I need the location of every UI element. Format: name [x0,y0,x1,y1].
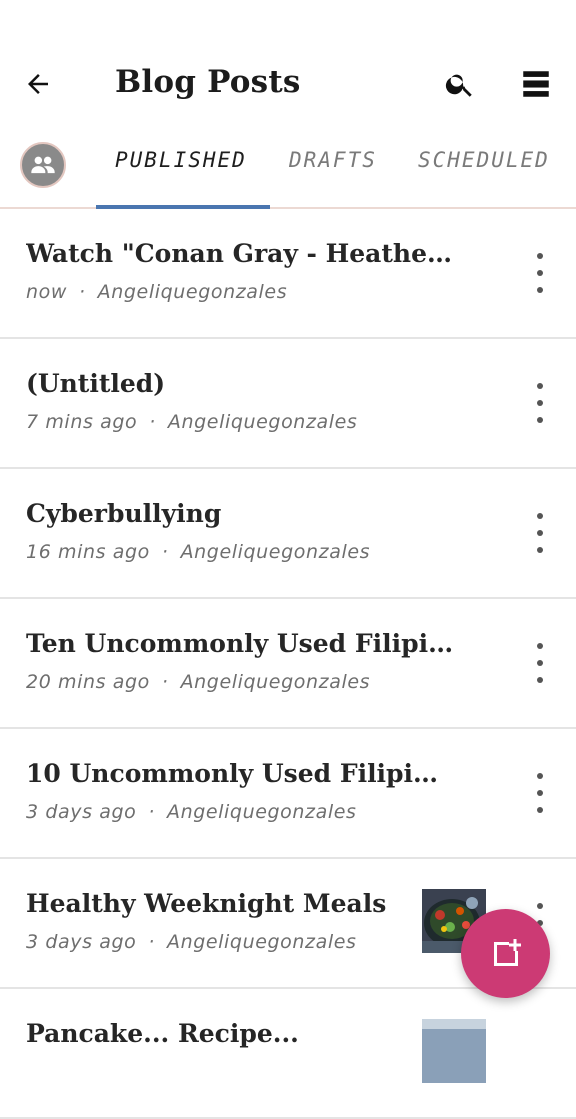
post-time: 7 mins ago [26,411,138,433]
list-item[interactable]: Ten Uncommonly Used Filipino... 20 mins … [0,599,576,729]
post-time: 16 mins ago [26,541,150,563]
post-author: Angeliquegonzales [166,931,357,953]
view-list-icon [523,71,549,97]
post-meta: 20 mins ago · Angeliquegonzales [26,671,370,693]
more-options-button[interactable] [528,643,552,683]
page-title: Blog Posts [115,64,301,100]
post-time: 3 days ago [26,801,137,823]
meta-separator: · [79,281,86,303]
more-vert-icon [537,513,543,519]
post-thumbnail [422,1019,486,1083]
meta-separator: · [161,671,169,693]
view-toggle-button[interactable] [512,60,560,108]
post-time: 3 days ago [26,931,137,953]
more-options-button[interactable] [528,253,552,293]
more-options-button[interactable] [528,513,552,553]
new-post-icon [493,938,521,966]
post-title: Healthy Weeknight Meals [26,889,387,918]
meta-separator: · [149,411,156,433]
back-button[interactable] [14,60,62,108]
meta-separator: · [161,541,169,563]
search-button[interactable] [436,60,484,108]
more-vert-icon [537,383,543,389]
more-options-button[interactable] [528,773,552,813]
more-options-button[interactable] [528,383,552,423]
search-icon [445,74,472,97]
post-time: 20 mins ago [26,671,150,693]
list-item[interactable]: Pancake... Recipe... [0,989,576,1119]
arrow-left-icon [28,74,48,94]
people-icon [31,156,55,174]
post-time: now [26,281,68,303]
post-title: Watch "Conan Gray - Heather... [26,239,456,268]
new-post-fab[interactable] [461,909,550,998]
post-author: Angeliquegonzales [180,671,371,693]
post-title: Cyberbullying [26,499,222,528]
tab-published[interactable]: PUBLISHED [115,148,247,184]
list-item[interactable]: Watch "Conan Gray - Heather... now · Angel… [0,209,576,339]
app-bar: Blog Posts [0,44,576,124]
tab-drafts[interactable]: DRAFTS [289,148,377,184]
more-vert-icon [537,253,543,259]
post-meta: now · Angeliquegonzales [26,281,287,303]
post-meta: 7 mins ago · Angeliquegonzales [26,411,357,433]
post-title: Ten Uncommonly Used Filipino... [26,629,456,658]
post-meta: 3 days ago · Angeliquegonzales [26,801,357,823]
list-item[interactable]: Cyberbullying 16 mins ago · Angeliquegonza… [0,469,576,599]
post-meta: 16 mins ago · Angeliquegonzales [26,541,370,563]
post-title: Pancake... Recipe... [26,1019,299,1048]
site-avatar-button[interactable] [20,142,66,188]
meta-separator: · [148,931,155,953]
post-title: 10 Uncommonly Used Filipino... [26,759,456,788]
post-author: Angeliquegonzales [167,411,358,433]
post-author: Angeliquegonzales [180,541,371,563]
more-vert-icon [537,643,543,649]
more-vert-icon [537,903,543,909]
meta-separator: · [148,801,155,823]
status-bar [0,0,576,44]
post-meta: 3 days ago · Angeliquegonzales [26,931,357,953]
post-author: Angeliquegonzales [97,281,288,303]
more-vert-icon [537,773,543,779]
tab-scheduled[interactable]: SCHEDULED [418,148,550,184]
list-item[interactable]: (Untitled) 7 mins ago · Angeliquegonzales [0,339,576,469]
post-author: Angeliquegonzales [166,801,357,823]
post-title: (Untitled) [26,369,166,398]
list-item[interactable]: 10 Uncommonly Used Filipino... 3 days ag… [0,729,576,859]
tab-bar: PUBLISHED DRAFTS SCHEDULED [0,124,576,209]
